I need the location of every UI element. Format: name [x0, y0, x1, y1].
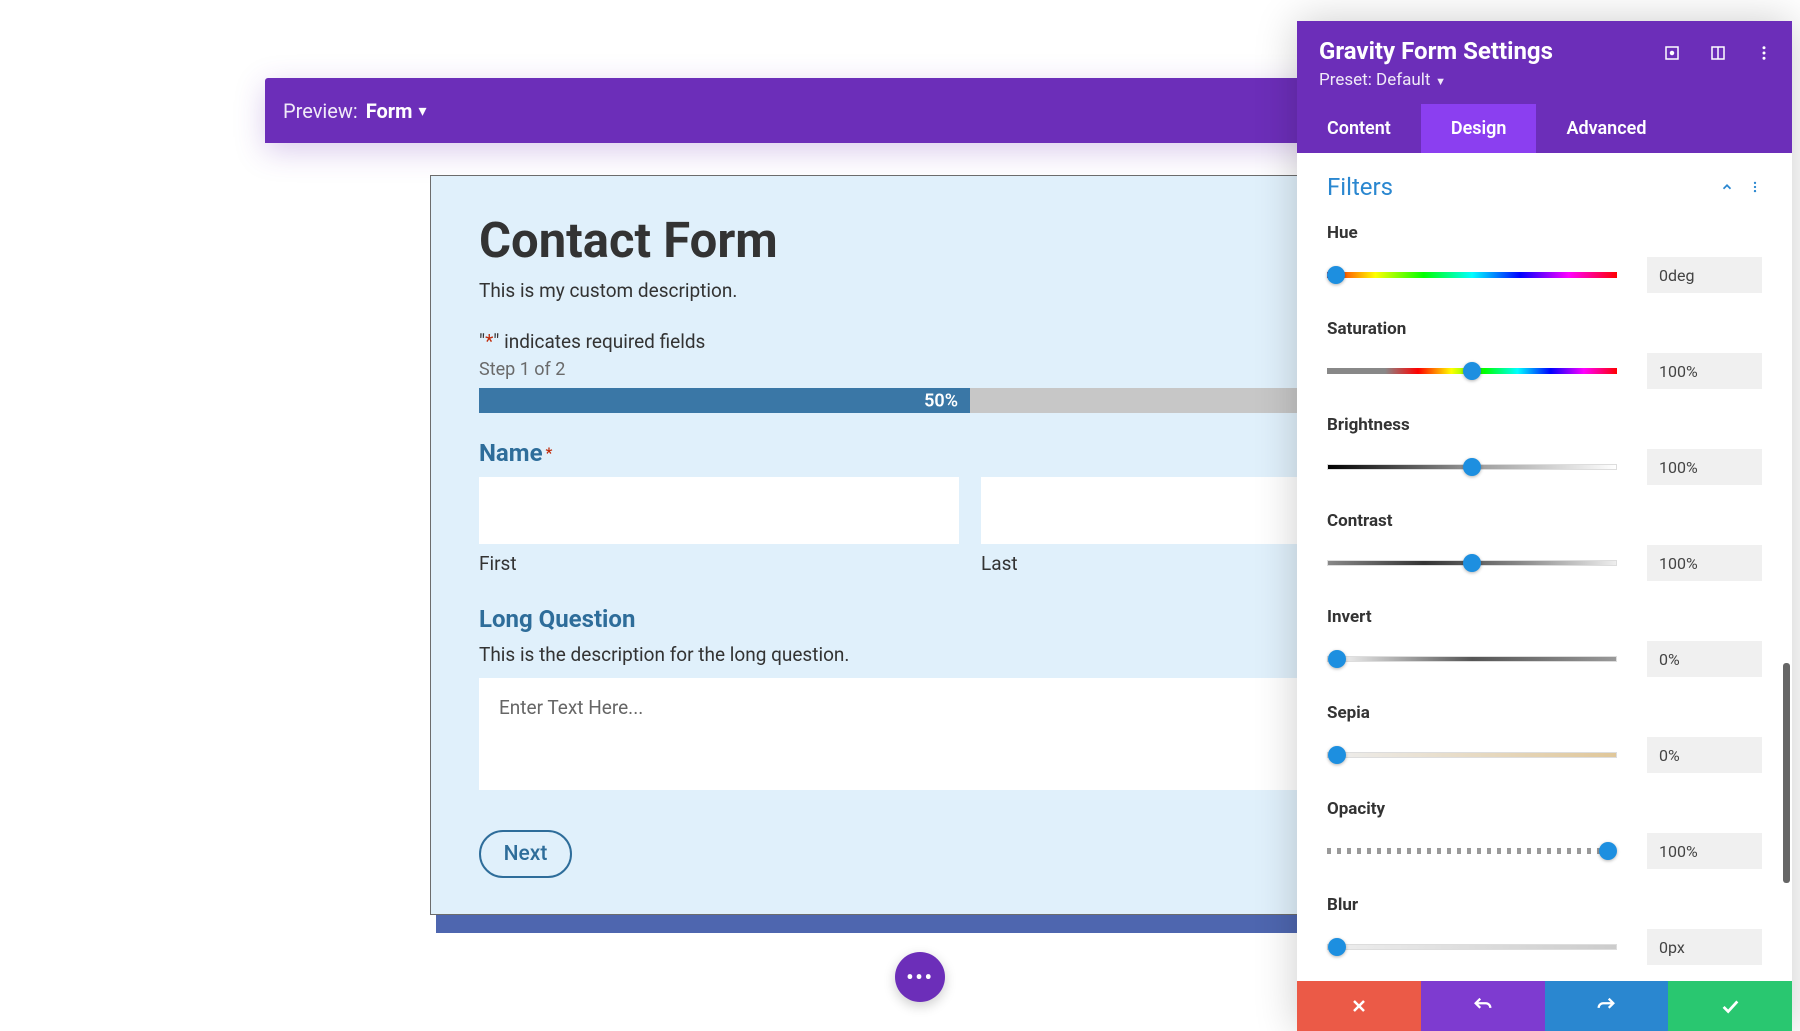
first-sublabel: First	[479, 552, 959, 575]
caret-down-icon: ▼	[1432, 75, 1446, 88]
saturation-input[interactable]	[1647, 353, 1762, 389]
progress-fill: 50%	[479, 388, 970, 413]
undo-icon	[1472, 995, 1494, 1017]
caret-down-icon[interactable]: ▾	[418, 101, 426, 120]
preview-label: Preview:	[283, 99, 358, 123]
tabs: Content Design Advanced	[1297, 104, 1792, 153]
kebab-menu-icon[interactable]	[1754, 43, 1774, 63]
slider-thumb[interactable]	[1463, 362, 1481, 380]
tab-design[interactable]: Design	[1421, 104, 1537, 153]
slider-thumb[interactable]	[1463, 554, 1481, 572]
close-icon	[1349, 996, 1369, 1016]
slider-thumb[interactable]	[1328, 746, 1346, 764]
scrollbar[interactable]	[1783, 663, 1790, 883]
cancel-button[interactable]	[1297, 981, 1421, 1031]
panel-actions	[1662, 43, 1774, 63]
kebab-menu-icon[interactable]	[1748, 180, 1762, 194]
section-title: Filters	[1327, 173, 1393, 201]
floating-more-button[interactable]: •••	[895, 952, 945, 1002]
save-button[interactable]	[1668, 981, 1792, 1031]
section-header[interactable]: Filters	[1327, 173, 1762, 201]
hue-input[interactable]	[1647, 257, 1762, 293]
saturation-slider[interactable]	[1327, 368, 1617, 374]
snap-icon[interactable]	[1708, 43, 1728, 63]
filter-invert: Invert	[1327, 607, 1762, 677]
invert-input[interactable]	[1647, 641, 1762, 677]
tab-content[interactable]: Content	[1297, 104, 1421, 153]
brightness-slider[interactable]	[1327, 464, 1617, 470]
filter-sepia: Sepia	[1327, 703, 1762, 773]
blur-slider[interactable]	[1327, 944, 1617, 950]
required-asterisk: *	[546, 444, 553, 462]
opacity-input[interactable]	[1647, 833, 1762, 869]
next-button[interactable]: Next	[479, 830, 572, 878]
filter-saturation: Saturation	[1327, 319, 1762, 389]
sepia-slider[interactable]	[1327, 752, 1617, 758]
first-name-input[interactable]	[479, 477, 959, 544]
opacity-slider[interactable]	[1327, 848, 1617, 854]
filter-brightness: Brightness	[1327, 415, 1762, 485]
brightness-input[interactable]	[1647, 449, 1762, 485]
preview-value[interactable]: Form	[366, 99, 413, 123]
filter-hue: Hue	[1327, 223, 1762, 293]
panel-body: Filters Hue Saturation	[1297, 153, 1792, 981]
slider-thumb[interactable]	[1463, 458, 1481, 476]
slider-thumb[interactable]	[1328, 650, 1346, 668]
undo-button[interactable]	[1421, 981, 1545, 1031]
preset-selector[interactable]: Preset: Default ▼	[1319, 70, 1770, 90]
slider-thumb[interactable]	[1599, 842, 1617, 860]
slider-thumb[interactable]	[1328, 938, 1346, 956]
invert-slider[interactable]	[1327, 656, 1617, 662]
panel-header: Gravity Form Settings Preset: Default ▼	[1297, 21, 1792, 104]
progress-percent: 50%	[924, 390, 958, 411]
sepia-input[interactable]	[1647, 737, 1762, 773]
filter-contrast: Contrast	[1327, 511, 1762, 581]
filter-opacity: Opacity	[1327, 799, 1762, 869]
settings-panel: Gravity Form Settings Preset: Default ▼ …	[1297, 21, 1792, 1031]
filter-blur: Blur	[1327, 895, 1762, 965]
check-icon	[1719, 995, 1741, 1017]
canvas: Preview: Form ▾ Contact Form This is my …	[0, 0, 1800, 1031]
expand-icon[interactable]	[1662, 43, 1682, 63]
slider-thumb[interactable]	[1327, 266, 1345, 284]
hue-slider[interactable]	[1327, 272, 1617, 278]
panel-footer	[1297, 981, 1792, 1031]
tab-advanced[interactable]: Advanced	[1536, 104, 1676, 153]
contrast-slider[interactable]	[1327, 560, 1617, 566]
chevron-up-icon[interactable]	[1720, 180, 1734, 194]
redo-icon	[1595, 995, 1617, 1017]
dots-icon: •••	[906, 965, 934, 989]
redo-button[interactable]	[1545, 981, 1669, 1031]
blur-input[interactable]	[1647, 929, 1762, 965]
contrast-input[interactable]	[1647, 545, 1762, 581]
